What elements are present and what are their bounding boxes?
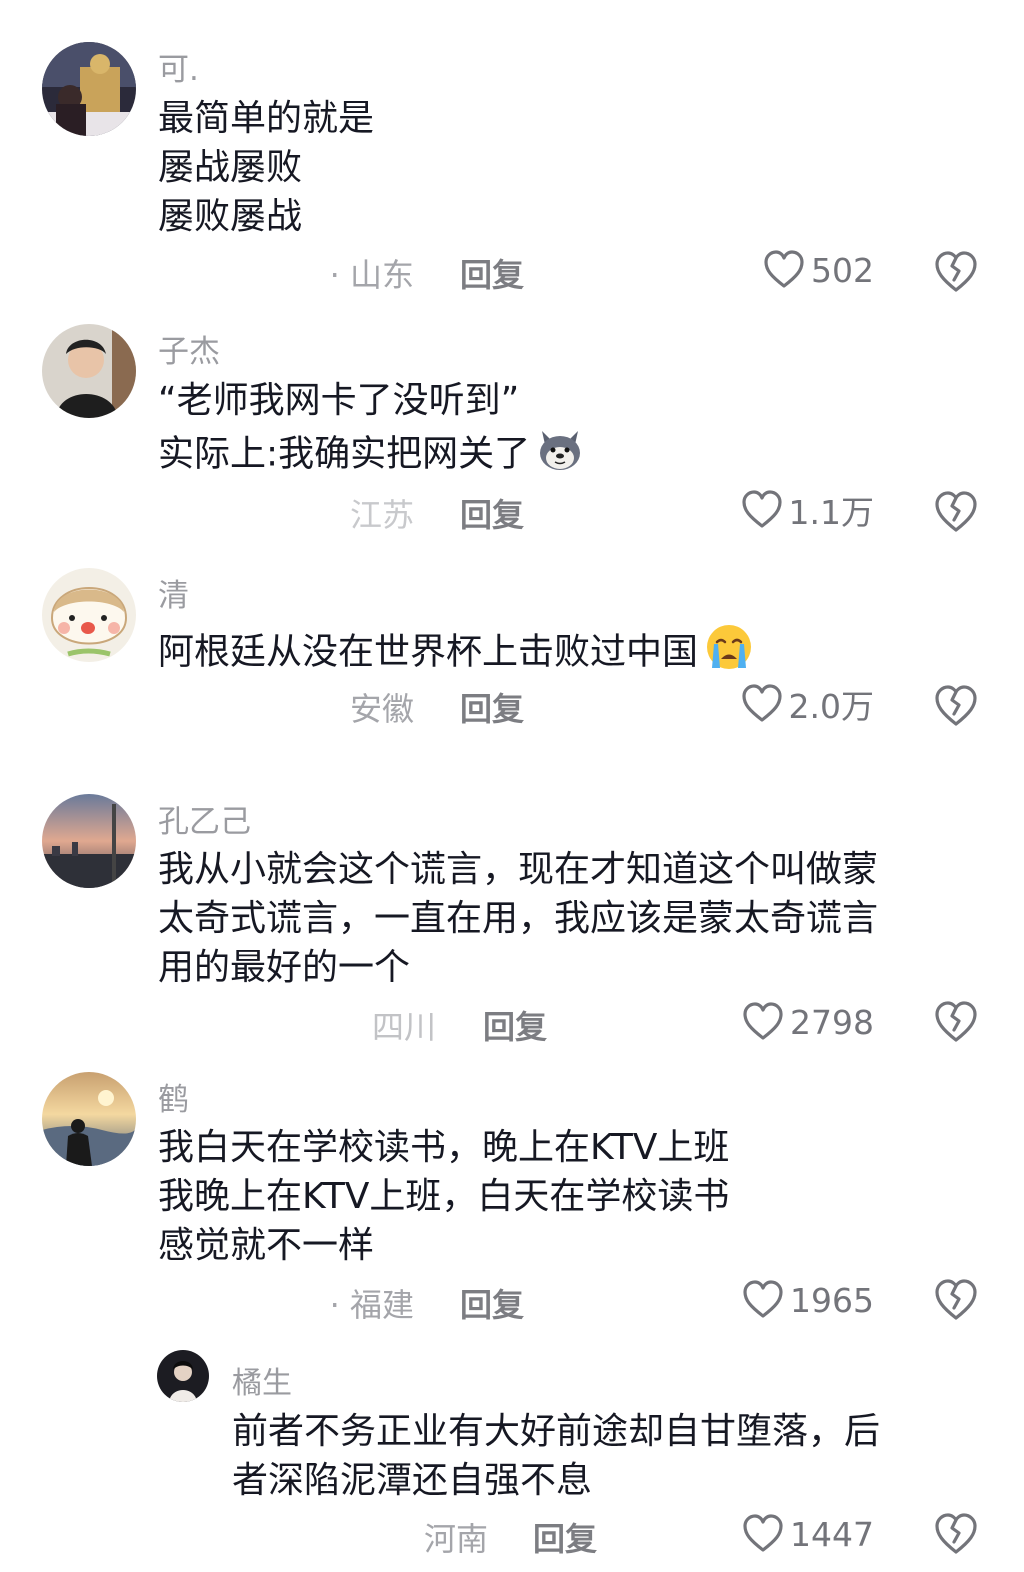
username[interactable]: 子杰 [158,326,220,371]
comment-line: 实际上:我确实把网关了 [158,425,584,486]
comment-text: 阿根廷从没在世界杯上击败过中国 [158,622,754,685]
like-count: 1.1万 [788,493,874,532]
comment-line: 最简单的就是 [158,98,375,139]
like-button[interactable]: 502 [763,246,874,294]
broken-heart-icon[interactable] [934,250,978,294]
heart-icon [764,250,804,288]
comment-line: 者深陷泥潭还自强不息 [232,1460,593,1501]
like-count: 2798 [790,1002,874,1042]
comment-line-text: 实际上:我确实把网关了 [158,433,531,475]
comment-line: 我白天在学校读书，晚上在KTV上班 [158,1127,730,1168]
broken-heart-icon[interactable] [934,684,978,728]
like-button[interactable]: 1965 [742,1276,874,1324]
comment-line: 阿根廷从没在世界杯上击败过中国 [158,622,754,685]
comment-line: 屡战屡败 [158,147,303,188]
comment-text: “老师我网卡了没听到” 实际上:我确实把网关了 [158,376,584,486]
avatar[interactable] [42,42,136,136]
like-count: 2.0万 [788,687,874,726]
username[interactable]: 孔乙己 [158,796,251,841]
like-button[interactable]: 1.1万 [741,486,874,534]
comment-text: 最简单的就是 屡战屡败 屡败屡战 [158,94,374,241]
comment-line: “老师我网卡了没听到” [158,380,520,421]
broken-heart-icon[interactable] [934,1000,978,1044]
like-count: 502 [811,250,874,290]
comment-line: 屡败屡战 [158,196,303,237]
location-label: · 福建 [329,1286,414,1324]
reply-button[interactable]: 回复 [460,250,524,296]
comment-line: 感觉就不一样 [158,1225,375,1266]
comment-line: 我从小就会这个谎言，现在才知道这个叫做蒙 [158,849,879,890]
avatar[interactable] [42,794,136,888]
like-count: 1965 [790,1280,874,1320]
location-label: 安徽 [349,690,414,728]
heart-icon [741,490,782,528]
like-button[interactable]: 2.0万 [741,680,874,728]
heart-icon [743,1280,783,1318]
username[interactable]: 鹤 [158,1074,189,1119]
dog-emoji [536,425,584,486]
location-label: 江苏 [349,496,414,534]
avatar[interactable] [157,1350,209,1402]
comment-line: 用的最好的一个 [158,947,411,988]
heart-icon [741,684,782,722]
reply-button[interactable]: 回复 [533,1514,597,1560]
broken-heart-icon[interactable] [934,1512,978,1556]
avatar[interactable] [42,568,136,662]
location-label: · 山东 [329,256,414,294]
like-button[interactable]: 1447 [742,1510,874,1558]
crying-face-emoji [704,622,754,685]
avatar[interactable] [42,1072,136,1166]
like-count: 1447 [790,1514,874,1554]
username[interactable]: 橘生 [232,1358,292,1402]
avatar[interactable] [42,324,136,418]
username[interactable]: 可. [158,44,199,89]
like-button[interactable]: 2798 [742,998,874,1046]
comment-item: 可. 最简单的就是 屡战屡败 屡败屡战 · 山东 回复 502 [0,0,1024,300]
reply-button[interactable]: 回复 [460,684,524,730]
comment-text: 前者不务正业有大好前途却自甘堕落，后 者深陷泥潭还自强不息 [232,1407,880,1505]
comment-line: 太奇式谎言，一直在用，我应该是蒙太奇谎言 [158,898,879,939]
reply-button[interactable]: 回复 [460,490,524,536]
broken-heart-icon[interactable] [934,490,978,534]
reply-button[interactable]: 回复 [483,1002,547,1048]
comment-line: 前者不务正业有大好前途却自甘堕落，后 [232,1411,881,1452]
comment-line-text: 阿根廷从没在世界杯上击败过中国 [158,631,699,673]
comment-text: 我白天在学校读书，晚上在KTV上班 我晚上在KTV上班，白天在学校读书 感觉就不… [158,1123,729,1270]
username[interactable]: 清 [158,570,189,615]
broken-heart-icon[interactable] [934,1278,978,1322]
reply-button[interactable]: 回复 [460,1280,524,1326]
heart-icon [743,1002,783,1040]
comment-text: 我从小就会这个谎言，现在才知道这个叫做蒙 太奇式谎言，一直在用，我应该是蒙太奇谎… [158,845,878,992]
comment-line: 我晚上在KTV上班，白天在学校读书 [158,1176,730,1217]
location-label: 四川 [371,1008,436,1046]
location-label: 河南 [423,1520,488,1558]
heart-icon [743,1514,783,1552]
